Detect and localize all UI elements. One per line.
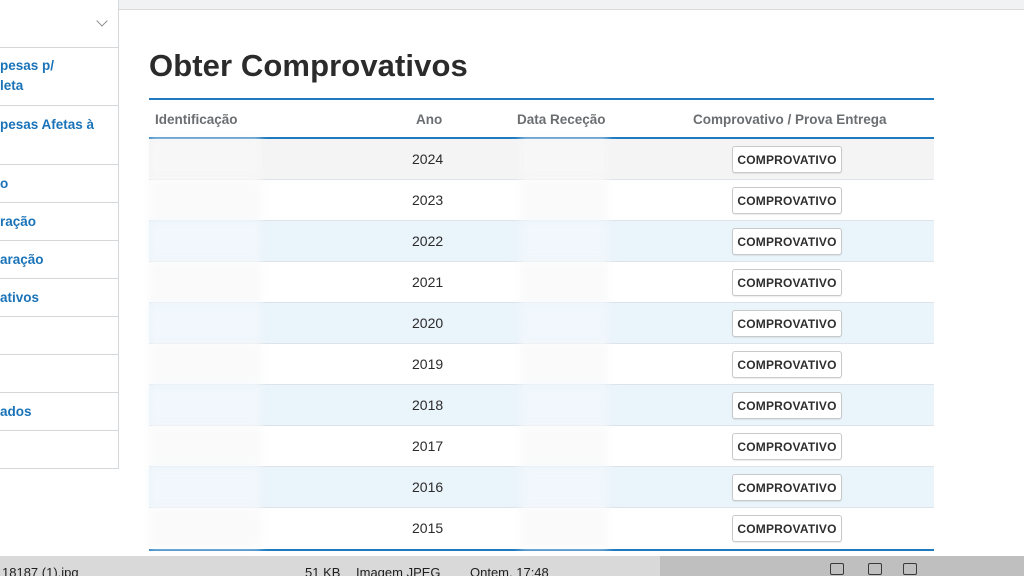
sidebar-item-empty-1[interactable] [0,317,118,355]
document-icon[interactable] [868,563,882,575]
grid-view-icon[interactable] [830,563,844,575]
column-header-ano: Ano [416,112,443,127]
table-row: 2015 COMPROVATIVO [149,508,934,549]
ano-cell: 2017 [412,438,444,454]
table-row: 2018 COMPROVATIVO [149,385,934,426]
sidebar-header[interactable] [0,0,118,48]
data-rececao-cell-redacted [520,385,608,425]
sidebar-item-ativos[interactable]: ativos [0,279,118,317]
comprovativo-button[interactable]: COMPROVATIVO [732,228,842,255]
sidebar-item-empty-2[interactable] [0,355,118,393]
identificacao-cell-redacted [149,426,261,466]
sidebar-item-label: leta [0,78,24,93]
chevron-down-icon[interactable] [96,15,108,27]
sidebar-item-ados[interactable]: ados [0,393,118,431]
ano-cell: 2020 [412,315,444,331]
comprovativo-button[interactable]: COMPROVATIVO [732,351,842,378]
sidebar-item-racao[interactable]: ração [0,203,118,241]
comprovativos-table: Identificação Ano Data Receção Comprovat… [149,98,934,551]
ano-cell: 2018 [412,397,444,413]
page-title: Obter Comprovativos [149,48,468,83]
table-row: 2022 COMPROVATIVO [149,221,934,262]
sidebar-item-aracao[interactable]: aração [0,241,118,279]
table-row: 2019 COMPROVATIVO [149,344,934,385]
file-date: Ontem, 17:48 [470,565,549,576]
identificacao-cell-redacted [149,180,261,220]
sidebar: pesas p/ leta pesas Afetas à o ração ara… [0,0,119,469]
identificacao-cell-redacted [149,262,261,302]
comprovativo-button[interactable]: COMPROVATIVO [732,515,842,542]
identificacao-cell-redacted [149,385,261,425]
identificacao-cell-redacted [149,303,261,343]
identificacao-cell-redacted [149,344,261,384]
ano-cell: 2019 [412,356,444,372]
comprovativo-button[interactable]: COMPROVATIVO [732,269,842,296]
data-rececao-cell-redacted [520,139,608,179]
column-header-data-rececao: Data Receção [517,112,606,127]
table-row: 2021 COMPROVATIVO [149,262,934,303]
comprovativo-button[interactable]: COMPROVATIVO [732,392,842,419]
top-toolbar-strip [118,0,1024,10]
list-icon[interactable] [903,563,917,575]
data-rececao-cell-redacted [520,426,608,466]
sidebar-item-label: ração [0,214,37,229]
file-manager-strip: 18187 (1).jpg 51 KB Imagem JPEG Ontem, 1… [0,556,1024,576]
sidebar-item-label: ativos [0,290,40,305]
data-rececao-cell-redacted [520,467,608,507]
identificacao-cell-redacted [149,221,261,261]
identificacao-cell-redacted [149,139,261,179]
data-rececao-cell-redacted [520,262,608,302]
ano-cell: 2023 [412,192,444,208]
finder-toolbar [660,556,1024,576]
sidebar-item-label: pesas p/ [0,58,55,73]
data-rececao-cell-redacted [520,221,608,261]
column-header-comprovativo: Comprovativo / Prova Entrega [693,112,887,127]
table-row: 2016 COMPROVATIVO [149,467,934,508]
comprovativo-button[interactable]: COMPROVATIVO [732,433,842,460]
identificacao-cell-redacted [149,467,261,507]
sidebar-item-despesas[interactable]: pesas p/ leta [0,48,118,106]
sidebar-item-label: o [0,176,9,191]
comprovativo-button[interactable]: COMPROVATIVO [732,187,842,214]
data-rececao-cell-redacted [520,303,608,343]
sidebar-item-o[interactable]: o [0,165,118,203]
data-rececao-cell-redacted [520,344,608,384]
column-header-identificacao: Identificação [155,112,238,127]
comprovativo-button[interactable]: COMPROVATIVO [732,474,842,501]
identificacao-cell-redacted [149,508,261,548]
table-row: 2020 COMPROVATIVO [149,303,934,344]
data-rececao-cell-redacted [520,180,608,220]
comprovativo-button[interactable]: COMPROVATIVO [732,310,842,337]
ano-cell: 2021 [412,274,444,290]
comprovativo-button[interactable]: COMPROVATIVO [732,146,842,173]
sidebar-item-despesas-afetas[interactable]: pesas Afetas à [0,106,118,165]
ano-cell: 2016 [412,479,444,495]
sidebar-item-label: pesas Afetas à [0,117,95,132]
file-name[interactable]: 18187 (1).jpg [2,565,79,576]
sidebar-item-label: ados [0,404,32,419]
file-size: 51 KB [305,565,341,576]
table-row: 2024 COMPROVATIVO [149,139,934,180]
file-kind: Imagem JPEG [356,565,441,576]
ano-cell: 2024 [412,151,444,167]
table-row: 2017 COMPROVATIVO [149,426,934,467]
sidebar-item-label: aração [0,252,44,267]
table-row: 2023 COMPROVATIVO [149,180,934,221]
ano-cell: 2015 [412,520,444,536]
data-rececao-cell-redacted [520,508,608,548]
ano-cell: 2022 [412,233,444,249]
table-header: Identificação Ano Data Receção Comprovat… [149,100,934,139]
